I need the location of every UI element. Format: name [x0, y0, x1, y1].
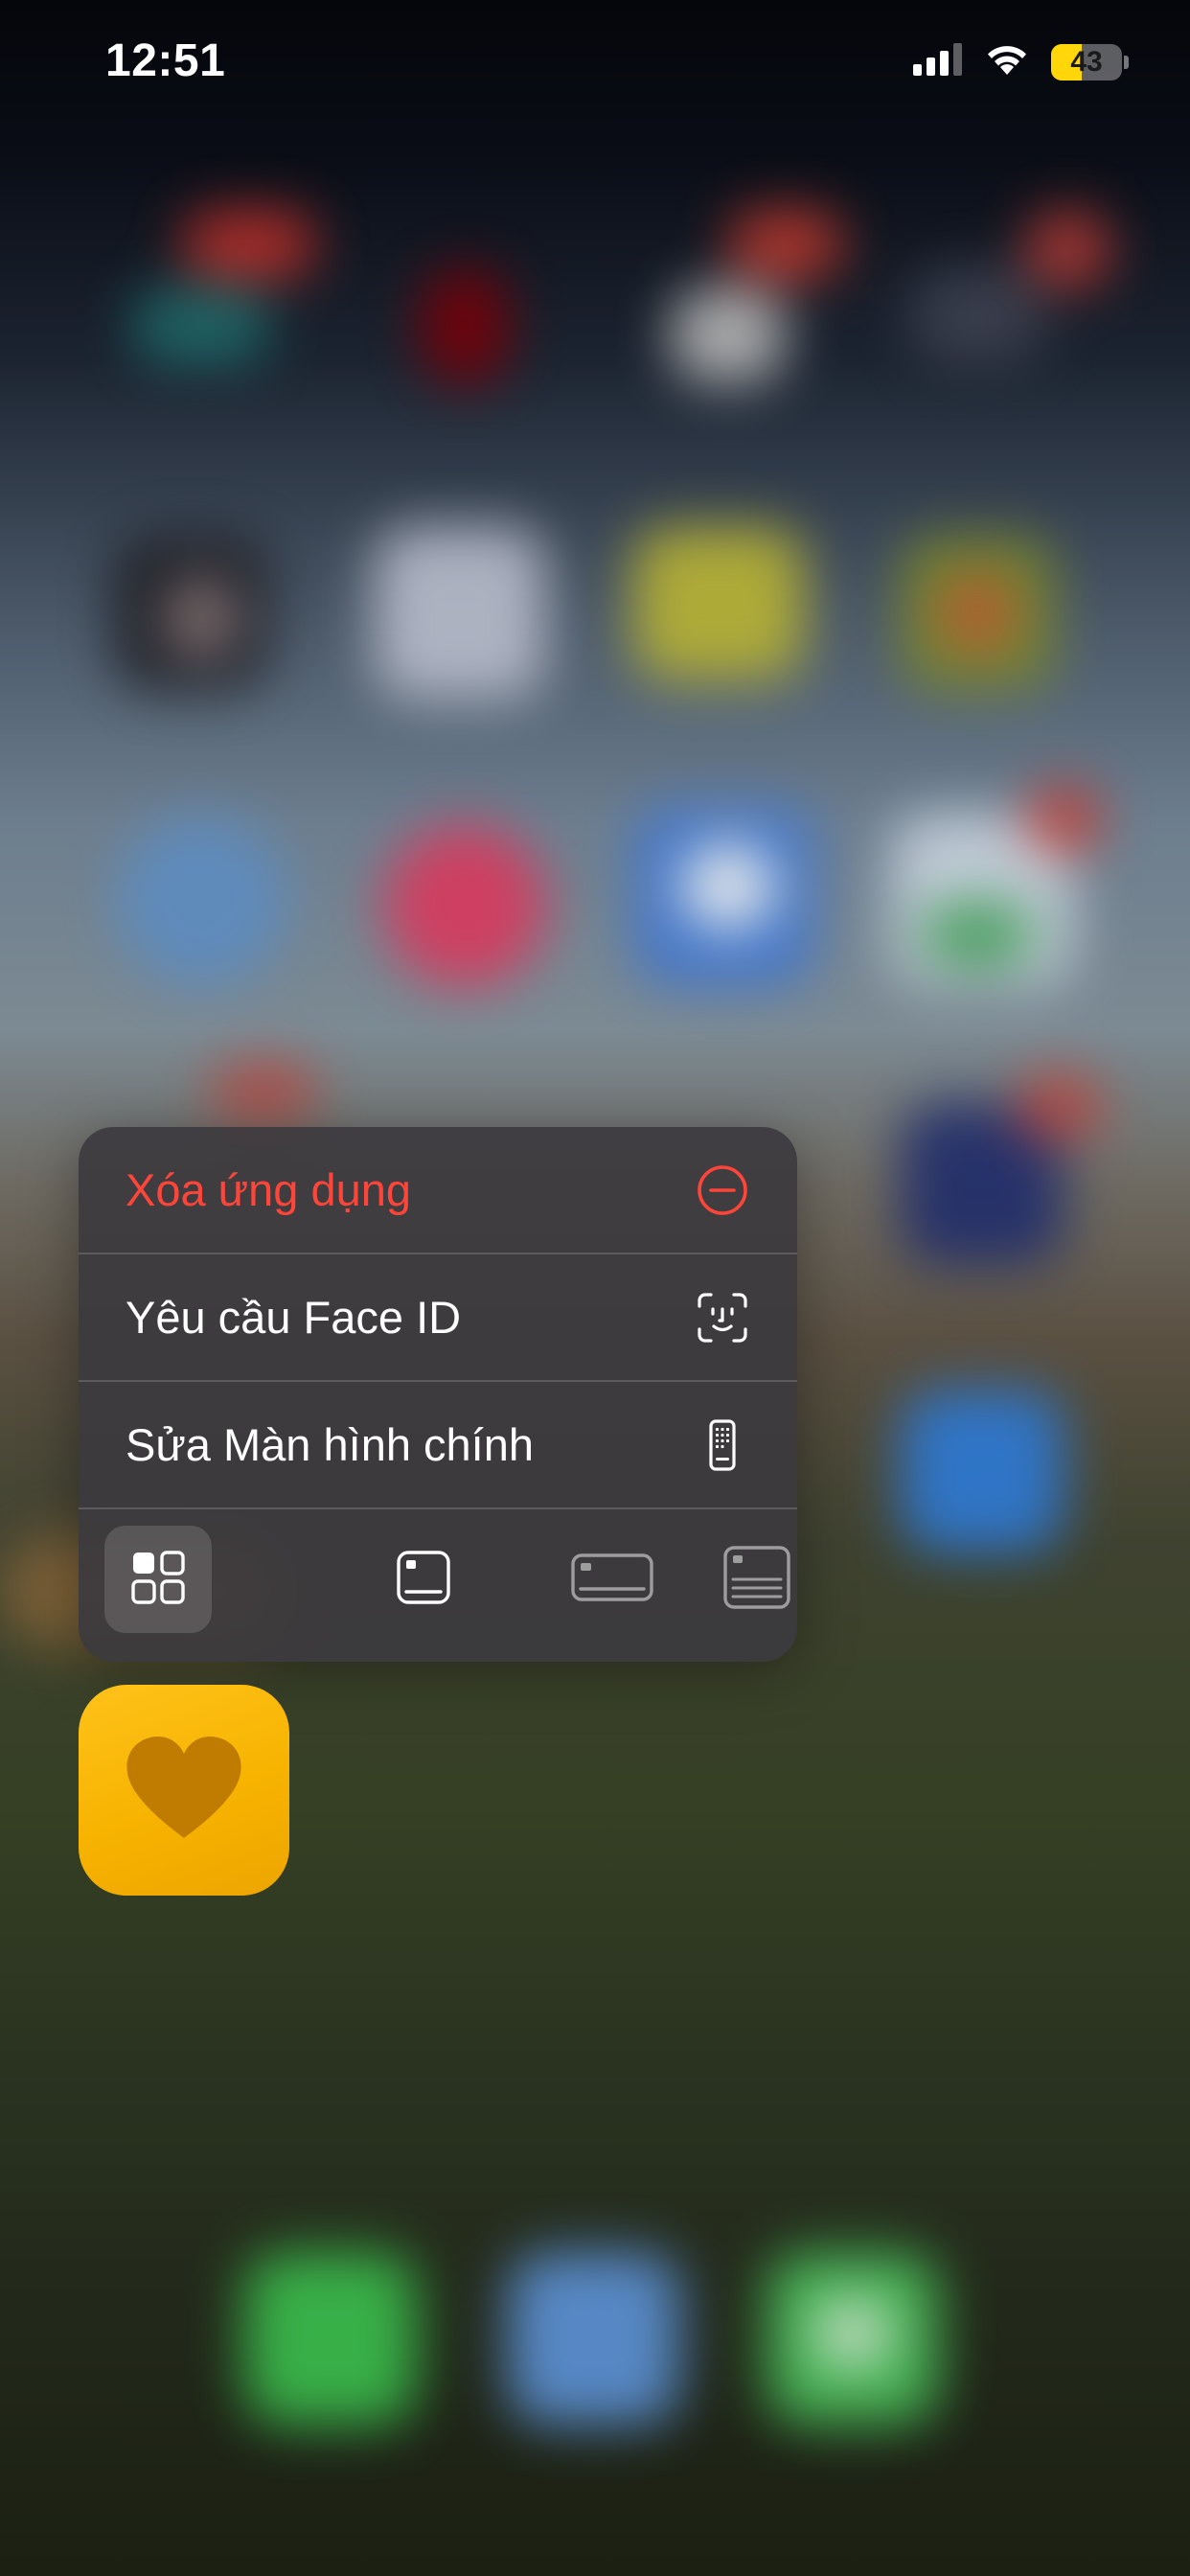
- cellular-signal-icon: [913, 43, 963, 80]
- size-option-large[interactable]: [703, 1526, 797, 1633]
- require-face-id-menu-item[interactable]: Yêu cầu Face ID: [79, 1254, 797, 1380]
- wide-widget-icon: [570, 1551, 654, 1609]
- size-option-small-grid[interactable]: [104, 1526, 212, 1633]
- app-context-menu: Xóa ứng dụng Yêu cầu Face ID Sửa Màn hìn…: [79, 1127, 797, 1662]
- battery-cap: [1124, 55, 1129, 69]
- minus-circle-icon: [694, 1162, 751, 1219]
- app-icon[interactable]: [79, 1685, 289, 1896]
- battery-percent: 43: [1070, 45, 1103, 78]
- require-face-id-label: Yêu cầu Face ID: [126, 1292, 462, 1343]
- edit-home-screen-label: Sửa Màn hình chính: [126, 1419, 535, 1470]
- size-option-wide[interactable]: [555, 1526, 670, 1633]
- phone-home-screen-icon: [694, 1416, 751, 1474]
- edit-home-screen-menu-item[interactable]: Sửa Màn hình chính: [79, 1382, 797, 1507]
- remove-app-menu-item[interactable]: Xóa ứng dụng: [79, 1127, 797, 1253]
- status-bar: 12:51 43: [0, 0, 1190, 134]
- widget-size-selector: [79, 1506, 797, 1662]
- wifi-icon: [984, 42, 1030, 81]
- size-option-medium[interactable]: [370, 1526, 477, 1633]
- medium-square-widget-icon: [395, 1549, 452, 1611]
- heart-icon: [122, 1731, 246, 1851]
- small-widget-grid-icon: [129, 1549, 187, 1611]
- status-time: 12:51: [105, 35, 226, 86]
- large-widget-icon: [722, 1545, 791, 1615]
- face-id-icon: [694, 1289, 751, 1346]
- battery-indicator: 43: [1051, 43, 1129, 80]
- remove-app-label: Xóa ứng dụng: [126, 1164, 412, 1215]
- status-icons: 43: [913, 42, 1129, 81]
- battery-icon: 43: [1051, 43, 1122, 80]
